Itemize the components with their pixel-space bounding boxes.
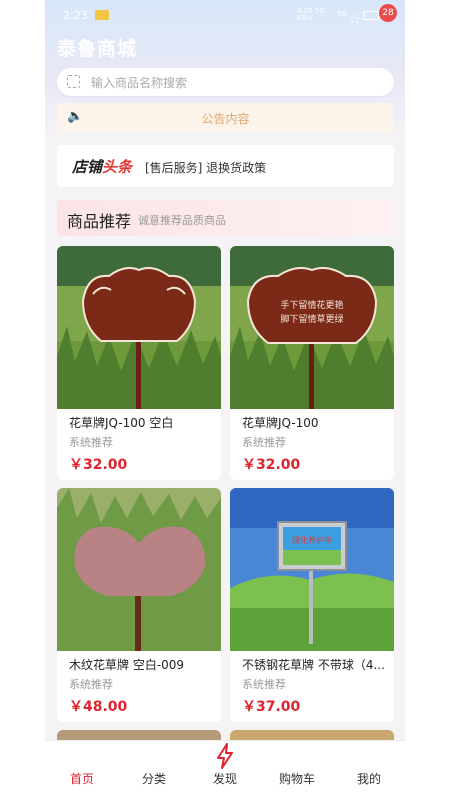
sign-text: 绿化养护中	[292, 535, 332, 545]
recommend-header: 商品推荐 诚意推荐品质商品	[57, 200, 394, 236]
product-name: 花草牌JQ-100	[242, 416, 319, 430]
signal-icon: 5G	[337, 10, 347, 18]
network-speed: 0.00 5G KB/s	[297, 7, 325, 22]
search-placeholder: 输入商品名称搜索	[91, 76, 188, 90]
product-image[interactable]	[57, 246, 221, 409]
tab-discover[interactable]: 发现	[195, 770, 255, 787]
product-card[interactable]: 手下留情花更艳 脚下留情草更绿 花草牌JQ-100 系统推荐 ￥32.00	[230, 246, 394, 480]
favorite-star-icon[interactable]: ☆	[348, 10, 361, 28]
store-headline[interactable]: 店铺头条 [售后服务] 退换货政策	[57, 145, 394, 187]
product-tag: 系统推荐	[242, 436, 286, 449]
notification-icon	[95, 10, 109, 20]
headline-logo: 店铺头条	[72, 158, 133, 176]
product-card[interactable]: 花草牌JQ-100 空白 系统推荐 ￥32.00	[57, 246, 221, 480]
product-price: ￥37.00	[242, 699, 301, 715]
recommend-title: 商品推荐	[67, 212, 132, 231]
announcement-text: 公告内容	[201, 112, 250, 126]
tab-mine[interactable]: 我的	[339, 770, 399, 787]
lightning-icon[interactable]	[213, 743, 237, 769]
message-badge[interactable]: 28	[379, 4, 397, 22]
product-price: ￥32.00	[242, 457, 301, 473]
product-price: ￥48.00	[69, 699, 128, 715]
page-title: 泰鲁商城	[57, 38, 138, 60]
product-image[interactable]: 绿化养护中	[230, 488, 394, 651]
search-input[interactable]: 输入商品名称搜索	[57, 68, 394, 96]
status-time: 2:23	[63, 9, 88, 22]
product-card[interactable]: 木纹花草牌 空白-009 系统推荐 ￥48.00	[57, 488, 221, 722]
product-tag: 系统推荐	[69, 678, 113, 691]
battery-icon	[363, 11, 379, 20]
product-card[interactable]: 绿化养护中 不锈钢花草牌 不带球（4... 系统推荐 ￥37.00	[230, 488, 394, 722]
bottom-tab-bar: 首页 分类 发现 购物车 我的	[45, 740, 405, 800]
product-tag: 系统推荐	[69, 436, 113, 449]
sign-text-2: 脚下留情草更绿	[280, 313, 343, 325]
product-name: 木纹花草牌 空白-009	[69, 658, 185, 672]
headline-text[interactable]: [售后服务] 退换货政策	[145, 159, 266, 176]
recommend-subtitle: 诚意推荐品质商品	[138, 214, 226, 227]
product-tag: 系统推荐	[242, 678, 286, 691]
product-name: 不锈钢花草牌 不带球（4...	[242, 658, 385, 672]
tab-category[interactable]: 分类	[124, 770, 184, 787]
product-image[interactable]	[57, 488, 221, 651]
product-name: 花草牌JQ-100 空白	[69, 416, 174, 430]
announcement-bar[interactable]: 🔈 公告内容	[57, 103, 394, 133]
product-price: ￥32.00	[69, 457, 128, 473]
product-image[interactable]: 手下留情花更艳 脚下留情草更绿	[230, 246, 394, 409]
tab-home[interactable]: 首页	[52, 770, 112, 787]
sign-text-1: 手下留情花更艳	[280, 299, 343, 311]
tab-cart[interactable]: 购物车	[267, 770, 327, 787]
app-screen: 2:23 0.00 5G KB/s 5G ☆ 28 泰鲁商城 输入商品名称搜索 …	[45, 0, 405, 800]
scan-icon[interactable]	[67, 75, 80, 88]
